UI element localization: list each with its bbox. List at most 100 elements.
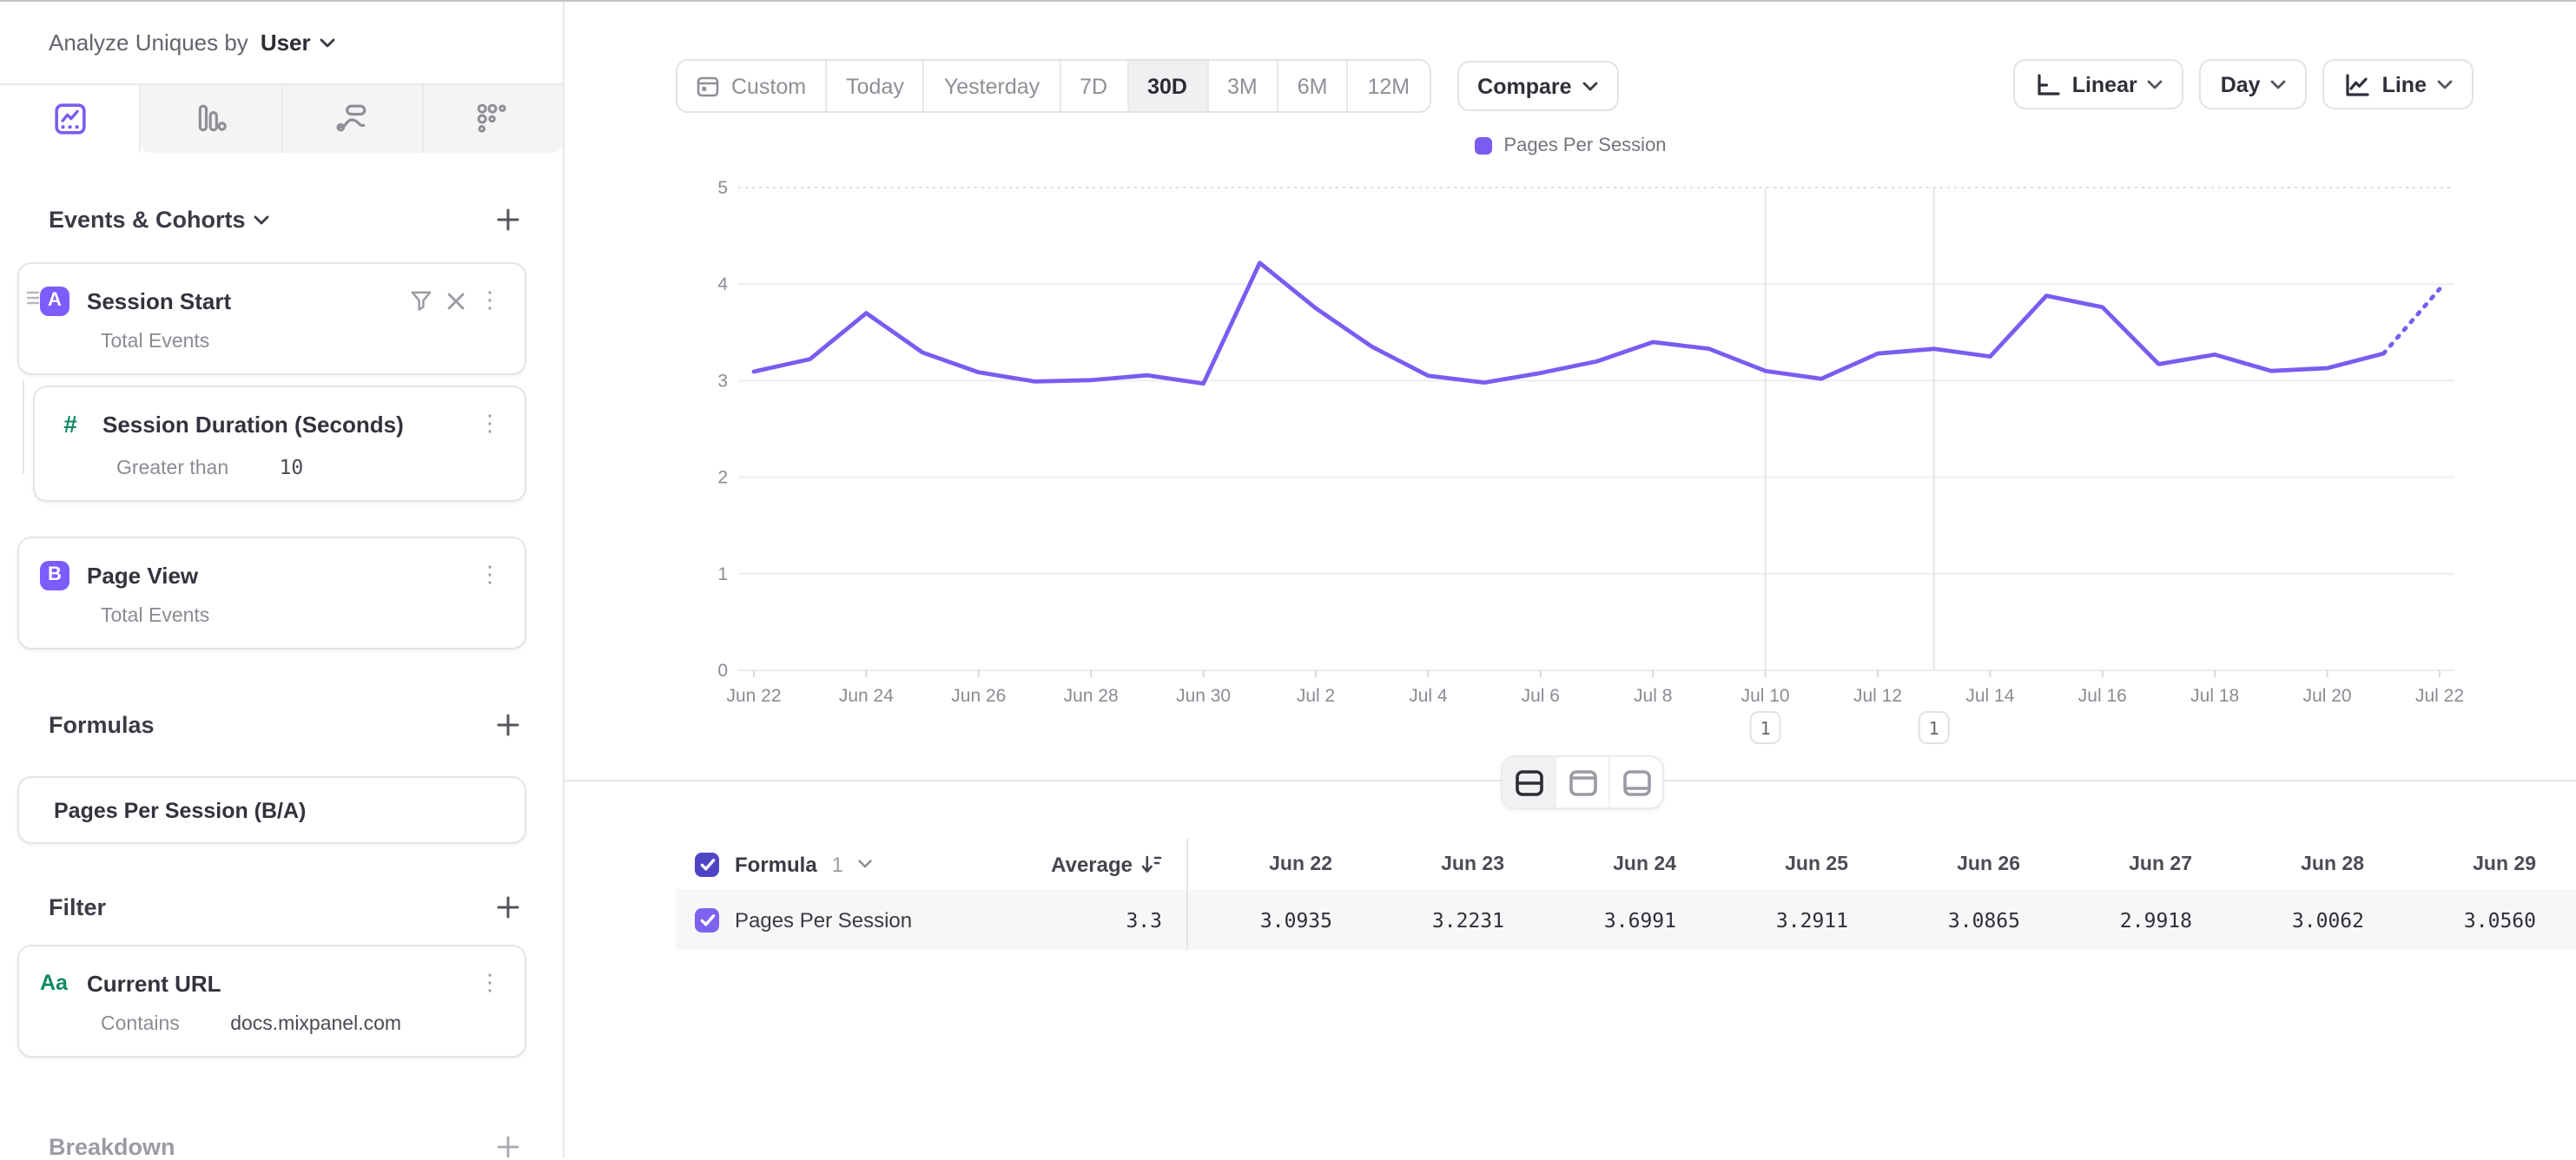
events-cohorts-label[interactable]: Events & Cohorts xyxy=(49,207,246,233)
table-value-cell: 3.0865 xyxy=(1876,907,2048,932)
layout-chart-view-toggle[interactable] xyxy=(1556,757,1610,807)
kebab-menu-icon[interactable]: ⋮ xyxy=(472,966,507,1000)
event-measurement[interactable]: Total Events xyxy=(101,606,507,627)
tab-retention[interactable] xyxy=(424,85,564,153)
granularity-button[interactable]: Day xyxy=(2200,59,2308,109)
date-range-today[interactable]: Today xyxy=(827,61,925,111)
operator-value[interactable]: 10 xyxy=(280,455,304,479)
date-range-3m[interactable]: 3M xyxy=(1208,61,1278,111)
chart-type-button[interactable]: Line xyxy=(2323,59,2474,109)
results-table: Formula 1 Average Jun 22Jun 23Jun 24Jun … xyxy=(676,839,2576,950)
filter-label: Filter xyxy=(49,894,106,920)
layout-split-view-toggle[interactable] xyxy=(1503,757,1556,807)
y-axis-label: 1 xyxy=(717,564,728,584)
kebab-menu-icon[interactable]: ⋮ xyxy=(472,557,507,592)
scale-button[interactable]: Linear xyxy=(2013,59,2184,109)
flows-icon xyxy=(335,102,368,135)
event-title[interactable]: Page View xyxy=(87,562,198,588)
tab-insights[interactable] xyxy=(0,85,142,153)
property-title[interactable]: Session Duration (Seconds) xyxy=(102,411,404,437)
insights-chart-icon xyxy=(53,102,86,135)
add-filter-button[interactable] xyxy=(497,896,519,919)
table-date-header[interactable]: Jun 22 xyxy=(1188,854,1360,874)
layout-toggle-group xyxy=(1501,755,1664,809)
select-all-checkbox[interactable] xyxy=(695,852,719,876)
kebab-menu-icon[interactable]: ⋮ xyxy=(472,406,507,441)
table-date-header[interactable]: Jun 25 xyxy=(1704,854,1876,874)
table-date-header[interactable]: Jun 28 xyxy=(2220,854,2392,874)
x-axis-label: Jul 6 xyxy=(1522,686,1560,706)
date-range-30d[interactable]: 30D xyxy=(1128,61,1208,111)
chevron-down-icon xyxy=(2437,79,2453,89)
sort-descending-icon xyxy=(1141,854,1162,874)
event-card-session-start[interactable]: A Session Start ⋮ Total Events xyxy=(17,262,526,375)
add-breakdown-button[interactable] xyxy=(497,1136,519,1158)
compare-button[interactable]: Compare xyxy=(1456,61,1618,111)
breakdown-label: Breakdown xyxy=(49,1134,175,1160)
filter-icon[interactable] xyxy=(403,283,438,318)
event-letter-badge: A xyxy=(40,286,69,315)
formula-card[interactable]: Pages Per Session (B/A) xyxy=(17,776,526,844)
report-canvas: CustomTodayYesterday7D30D3M6M12M Compare… xyxy=(565,2,2576,1158)
series-line-pages-per-session[interactable] xyxy=(754,263,2383,384)
date-range-6m[interactable]: 6M xyxy=(1278,61,1349,111)
x-axis-label: Jul 14 xyxy=(1965,686,2014,706)
line-chart[interactable]: 01234511Jun 22Jun 24Jun 26Jun 28Jun 30Ju… xyxy=(565,167,2576,774)
drag-handle-icon[interactable] xyxy=(26,290,40,306)
event-title[interactable]: Session Start xyxy=(87,287,231,313)
tab-flows[interactable] xyxy=(282,85,424,153)
chevron-down-icon[interactable] xyxy=(859,860,873,868)
table-value-cell: 2.9918 xyxy=(2048,907,2220,932)
x-axis-label: Jun 22 xyxy=(726,686,781,706)
date-range-custom[interactable]: Custom xyxy=(677,61,827,111)
filter-value[interactable]: docs.mixpanel.com xyxy=(230,1014,401,1035)
chart-legend: Pages Per Session xyxy=(565,135,2576,156)
layout-table-view-toggle[interactable] xyxy=(1610,757,1662,807)
retention-grid-icon xyxy=(477,102,510,135)
table-date-header[interactable]: Jun 29 xyxy=(2392,854,2564,874)
average-header-cell[interactable]: Average xyxy=(1006,852,1162,876)
filter-property-title[interactable]: Current URL xyxy=(87,970,221,996)
date-range-yesterday[interactable]: Yesterday xyxy=(925,61,1060,111)
x-axis-label: Jun 28 xyxy=(1064,686,1119,706)
chevron-down-icon xyxy=(1582,81,1598,91)
chevron-down-icon xyxy=(254,214,270,225)
series-visible-checkbox[interactable] xyxy=(695,907,719,932)
calendar-icon xyxy=(697,75,719,97)
table-value-cell: 3.2911 xyxy=(1704,907,1876,932)
add-formula-button[interactable] xyxy=(497,714,519,736)
uniques-by-dropdown[interactable]: User xyxy=(261,30,311,56)
date-range-7d[interactable]: 7D xyxy=(1060,61,1128,111)
table-date-header[interactable]: Jun 24 xyxy=(1532,854,1704,874)
x-axis-label: Jun 26 xyxy=(951,686,1006,706)
operator-dropdown[interactable]: Greater than xyxy=(116,458,228,479)
x-axis-label: Jul 4 xyxy=(1409,686,1448,706)
series-name-cell: Pages Per Session xyxy=(676,907,1006,932)
formula-group-label[interactable]: Formula xyxy=(735,852,817,876)
x-axis-label: Jun 24 xyxy=(839,686,894,706)
x-axis-label: Jul 8 xyxy=(1634,686,1672,706)
property-condition: Greater than 10 xyxy=(116,455,507,479)
close-icon[interactable] xyxy=(438,283,472,318)
add-event-button[interactable] xyxy=(497,208,519,231)
kebab-menu-icon[interactable]: ⋮ xyxy=(472,283,507,318)
table-value-cell: 3.2231 xyxy=(1360,907,1532,932)
text-property-icon: Aa xyxy=(40,971,75,995)
event-card-page-view[interactable]: B Page View ⋮ Total Events xyxy=(17,537,526,649)
table-date-header[interactable]: Jun 26 xyxy=(1876,854,2048,874)
formula-expression[interactable]: Pages Per Session (B/A) xyxy=(54,799,306,823)
filter-card-current-url[interactable]: Aa Current URL ⋮ Contains docs.mixpanel.… xyxy=(17,945,526,1058)
property-filter-card-session-duration[interactable]: # Session Duration (Seconds) ⋮ Greater t… xyxy=(33,386,526,502)
tab-funnels[interactable] xyxy=(142,85,283,153)
table-data-row[interactable]: Pages Per Session 3.3 3.09353.22313.6991… xyxy=(676,889,2576,950)
chevron-down-icon xyxy=(2271,79,2287,89)
table-date-header[interactable]: Jun 23 xyxy=(1360,854,1532,874)
table-date-header[interactable]: Jun 27 xyxy=(2048,854,2220,874)
y-axis-label: 2 xyxy=(717,468,728,488)
series-name: Pages Per Session xyxy=(735,907,912,932)
table-value-cell: 3.0935 xyxy=(1188,907,1360,932)
mixpanel-insights-report: Analyze Uniques by User xyxy=(0,0,2576,1158)
filter-operator-dropdown[interactable]: Contains xyxy=(101,1014,180,1035)
date-range-12m[interactable]: 12M xyxy=(1349,61,1430,111)
event-measurement[interactable]: Total Events xyxy=(101,332,507,353)
